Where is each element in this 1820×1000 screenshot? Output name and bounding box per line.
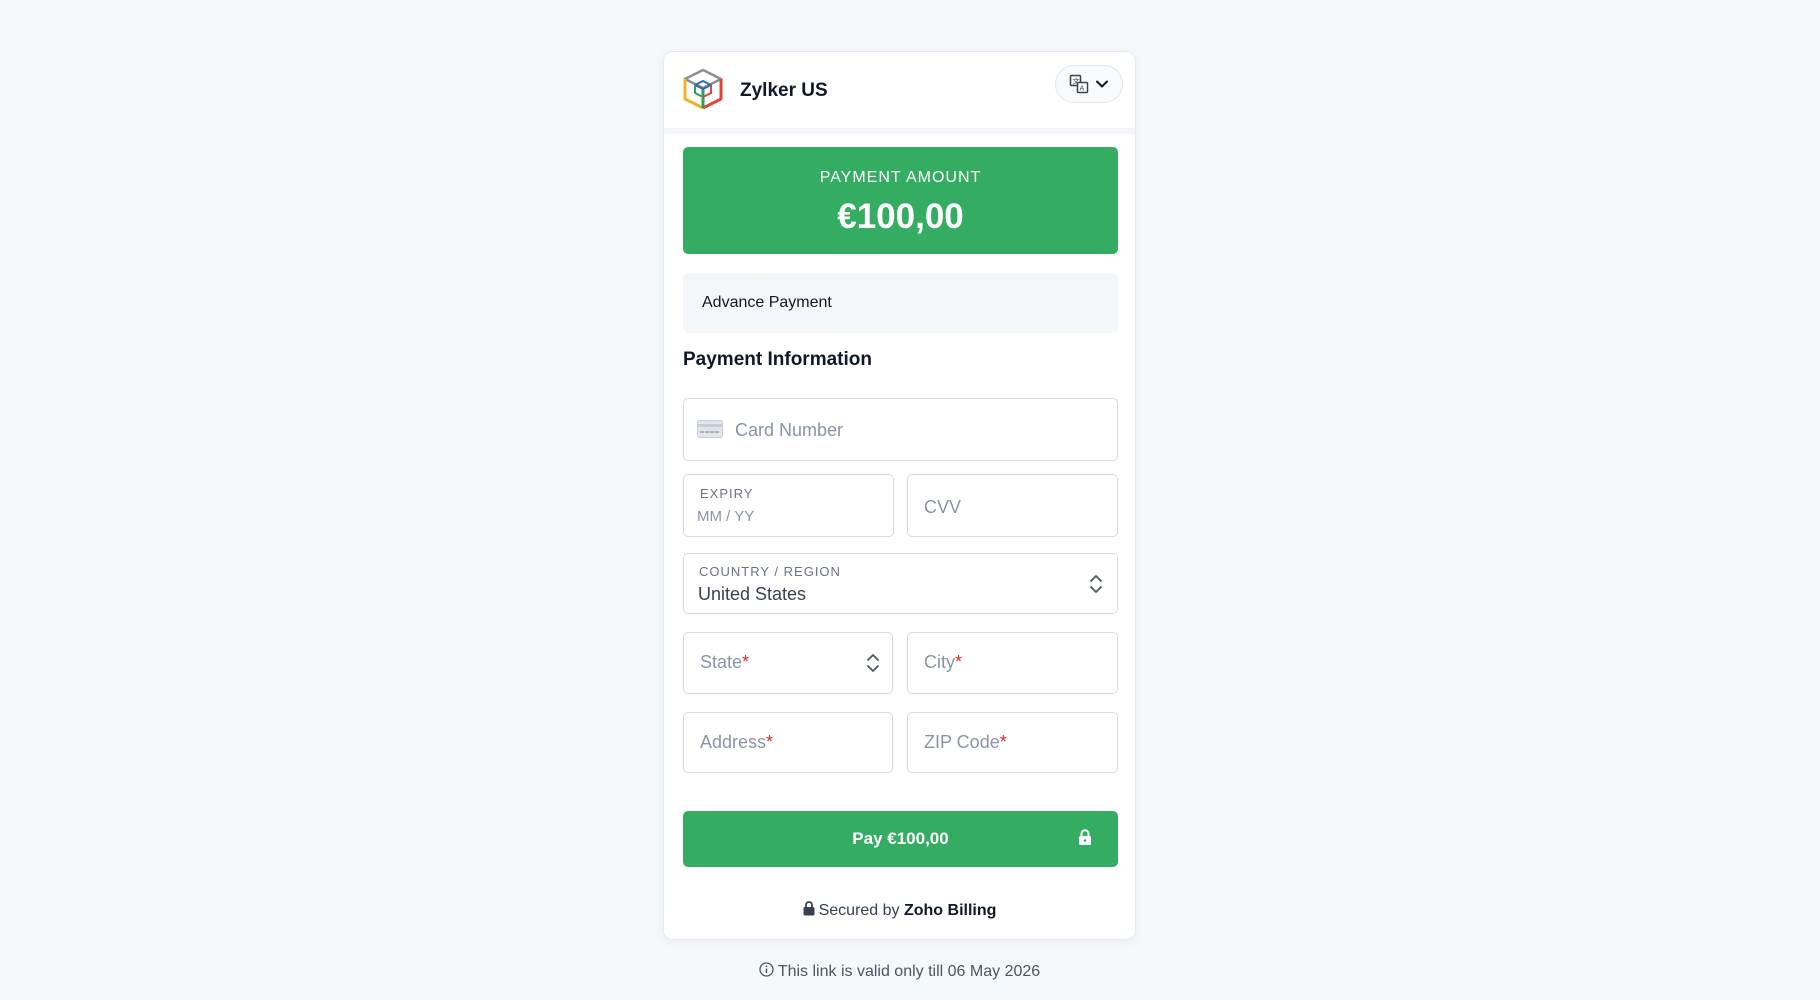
card-number-field[interactable] (683, 398, 1118, 461)
language-selector[interactable]: 文 A (1055, 65, 1123, 103)
expiry-field[interactable]: EXPIRY (683, 474, 894, 537)
city-field[interactable]: City* (907, 632, 1118, 694)
zip-code-placeholder: ZIP Code* (924, 732, 1007, 752)
lock-icon (803, 901, 815, 916)
secured-prefix: Secured by (818, 902, 900, 919)
payment-amount-banner: PAYMENT AMOUNT €100,00 (683, 147, 1118, 254)
select-arrows-icon (867, 654, 879, 672)
country-select[interactable]: COUNTRY / REGION United States (683, 553, 1118, 614)
pay-button-label: Pay €100,00 (852, 829, 949, 848)
required-mark: * (955, 652, 963, 672)
payment-description-text: Advance Payment (702, 294, 832, 311)
city-placeholder: City* (924, 652, 963, 672)
select-arrows-icon (1090, 575, 1102, 593)
state-placeholder: State* (700, 652, 750, 672)
cube-icon (683, 68, 723, 110)
payment-card: Zylker US 文 A PAYMENT AMOUNT €100,00 Adv… (663, 51, 1136, 940)
address-field[interactable]: Address* (683, 712, 893, 773)
link-validity-note: This link is valid only till 06 May 2026 (663, 962, 1136, 981)
svg-text:A: A (1080, 85, 1085, 93)
info-icon (759, 962, 774, 977)
translate-icon: 文 A (1069, 74, 1089, 94)
secured-by: Secured by Zoho Billing (664, 901, 1135, 920)
chevron-down-icon (1096, 80, 1108, 88)
state-select[interactable]: State* (683, 632, 893, 694)
payment-amount-value: €100,00 (837, 197, 964, 236)
country-value: United States (698, 584, 807, 604)
expiry-label: EXPIRY (700, 486, 754, 501)
required-mark: * (999, 732, 1007, 752)
header: Zylker US 文 A (664, 52, 1135, 134)
payment-description: Advance Payment (683, 273, 1118, 333)
section-title: Payment Information (683, 349, 872, 370)
payment-amount-label: PAYMENT AMOUNT (819, 169, 982, 186)
cvv-input[interactable] (924, 494, 1104, 520)
credit-card-icon (697, 420, 723, 438)
required-mark: * (766, 732, 774, 752)
expiry-input[interactable] (697, 505, 877, 527)
pay-button[interactable]: Pay €100,00 (683, 811, 1118, 867)
link-validity-text: This link is valid only till 06 May 2026 (777, 963, 1041, 980)
cvv-field[interactable] (907, 474, 1118, 537)
secured-brand: Zoho Billing (903, 902, 997, 919)
address-placeholder: Address* (700, 732, 774, 752)
zip-code-field[interactable]: ZIP Code* (907, 712, 1118, 773)
country-label: COUNTRY / REGION (699, 564, 841, 579)
lock-icon (1079, 829, 1091, 845)
required-mark: * (742, 652, 750, 672)
brand-name: Zylker US (740, 80, 828, 101)
card-number-input[interactable] (735, 417, 1095, 443)
